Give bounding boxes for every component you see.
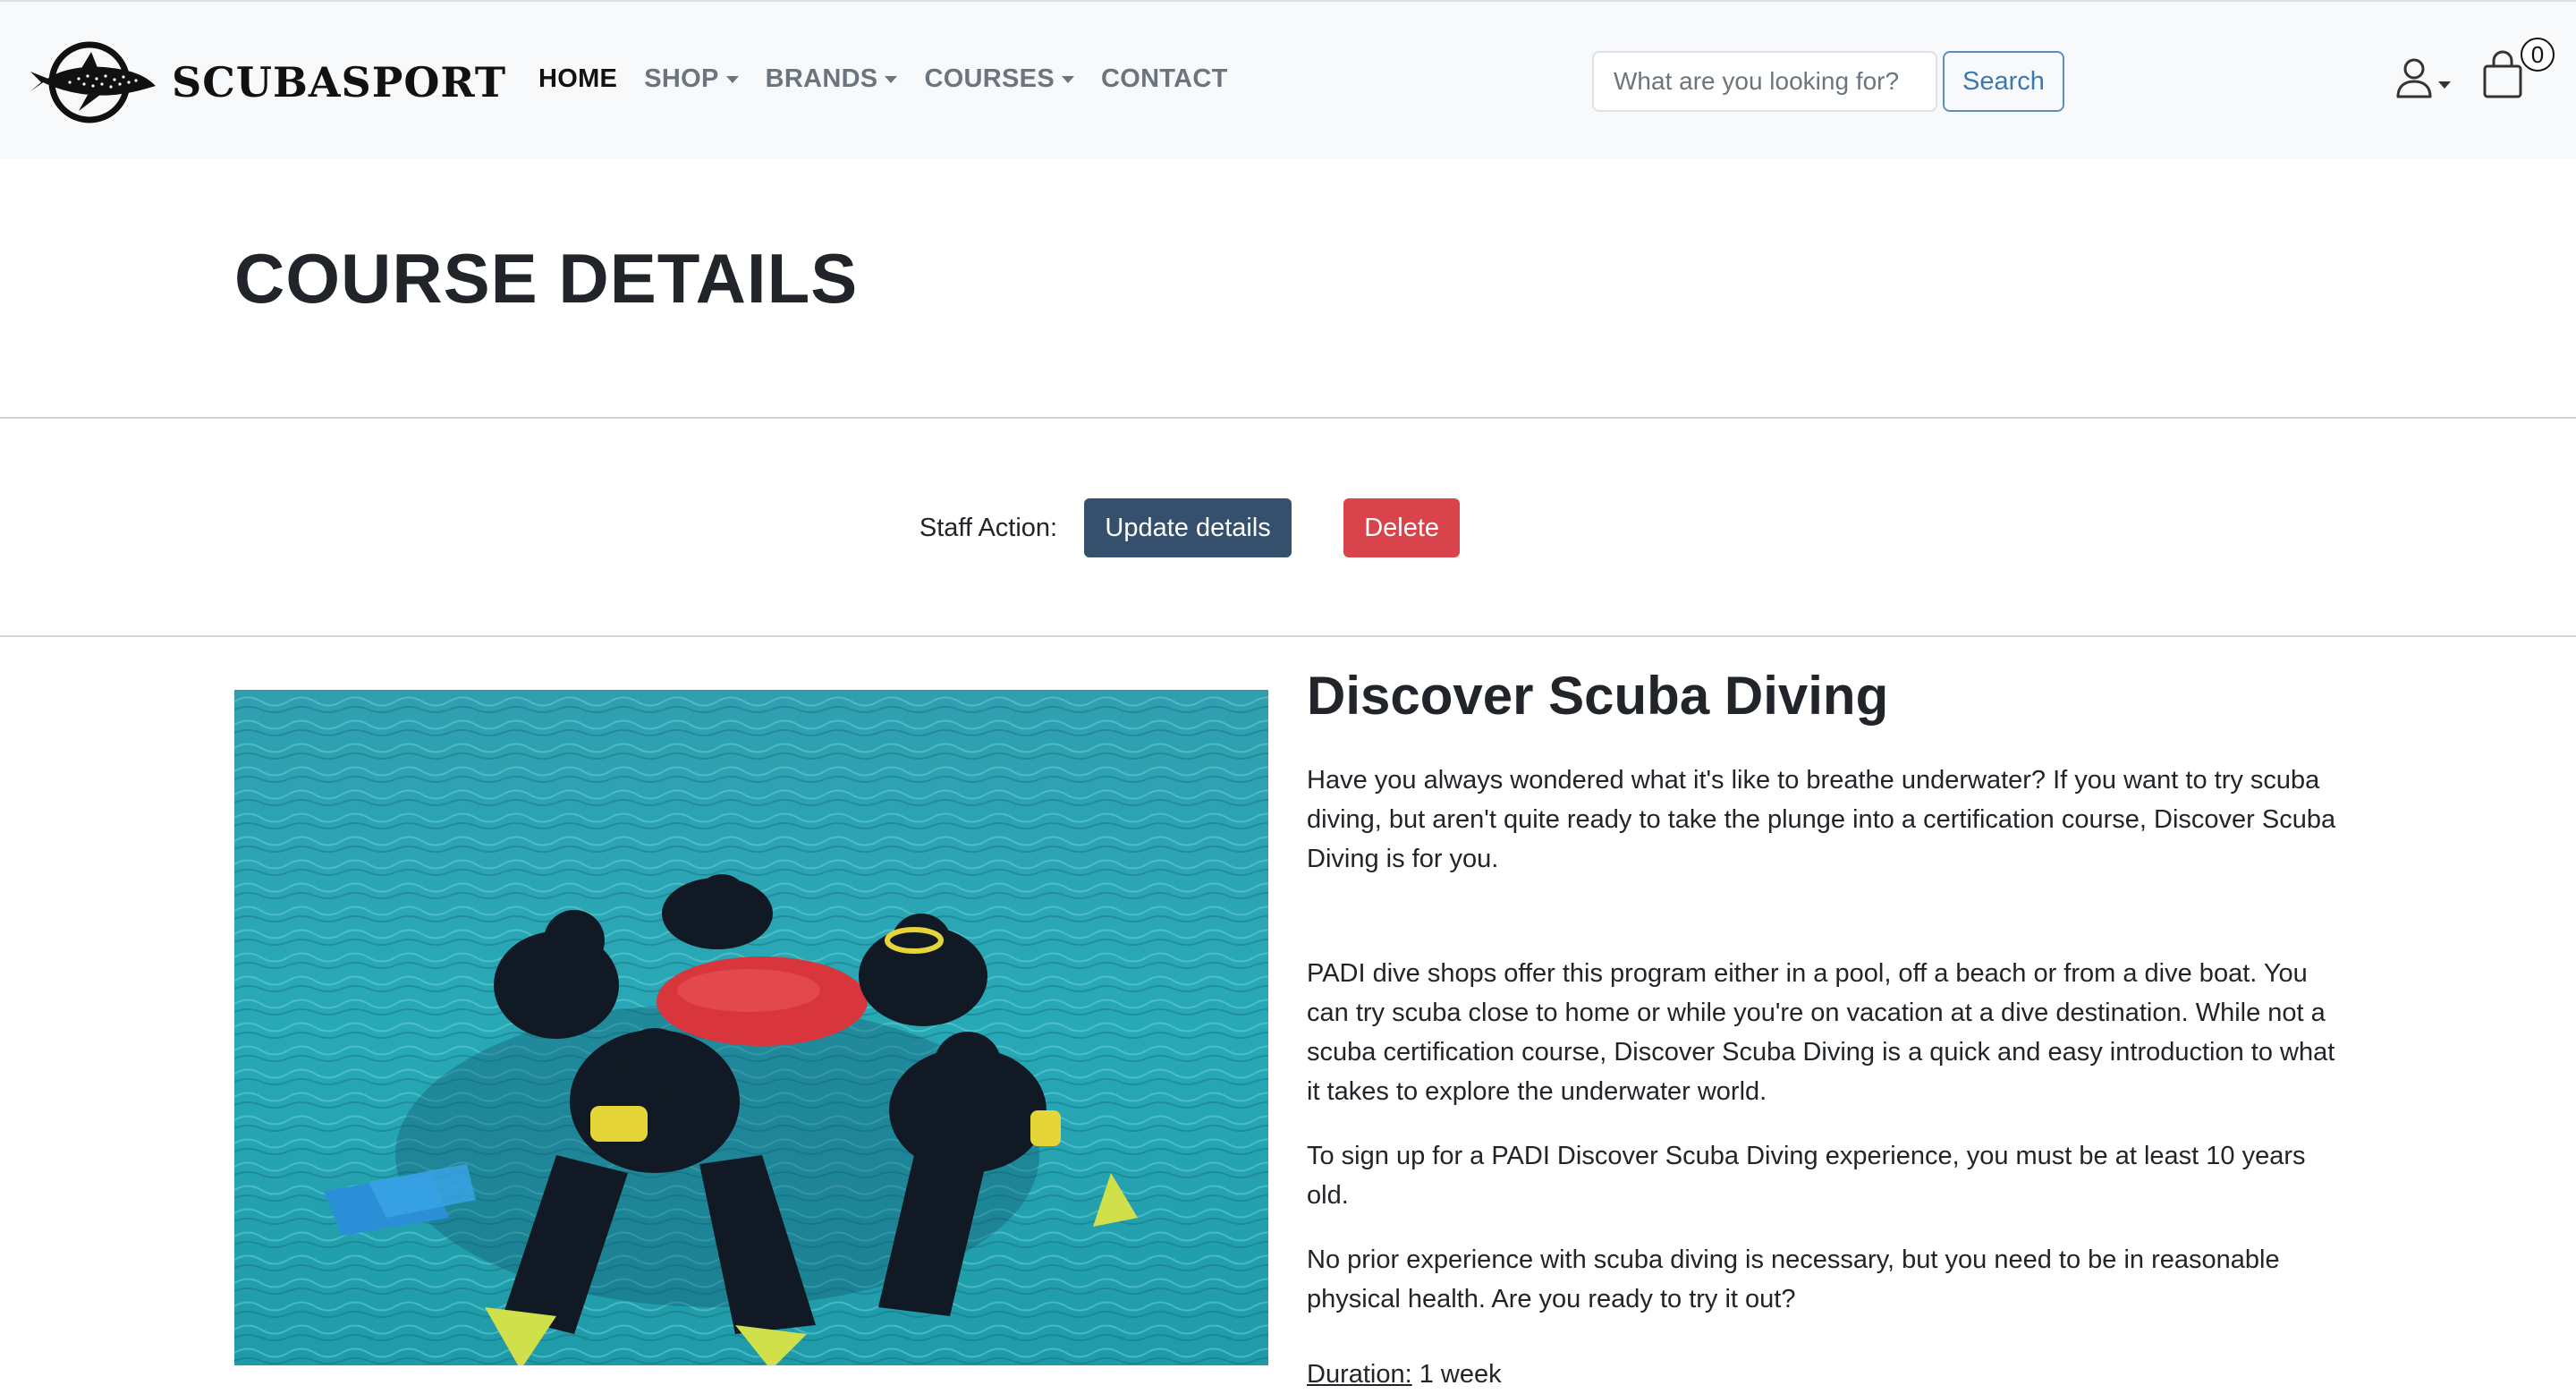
cart-button[interactable]: 0 [2481,38,2555,105]
caret-down-icon [725,75,739,83]
nav-item-brands[interactable]: BRANDS [766,64,898,94]
nav-item-label: CONTACT [1100,64,1228,93]
user-menu[interactable] [2395,57,2451,98]
page-title: COURSE DETAILS [234,239,859,318]
cart-count-badge: 0 [2521,38,2555,72]
nav-item-contact[interactable]: CONTACT [1101,64,1228,94]
course-description-paragraph: To sign up for a PADI Discover Scuba Div… [1307,1142,2306,1210]
search-input[interactable] [1592,51,1937,112]
nav-item-label: HOME [538,64,618,93]
whale-shark-logo-icon [30,41,156,123]
course-image [234,690,1268,1365]
staff-actions: Staff Action: Update details Delete [0,497,2576,558]
navbar: SCUBASPORT HOME SHOP BRANDS COURSES CONT… [0,0,2576,158]
divider [0,417,2576,419]
main-nav: HOME SHOP BRANDS COURSES CONTACT [538,64,1255,94]
course-description-paragraph: PADI dive shops offer this program eithe… [1307,959,2335,1106]
duration-label: Duration: [1307,1360,1412,1389]
brand-name: SCUBASPORT [172,58,507,106]
course-name: Discover Scuba Diving [1307,666,1889,726]
nav-item-label: SHOP [644,64,719,93]
course-duration: Duration: 1 week [1307,1355,2344,1394]
nav-item-shop[interactable]: SHOP [644,64,739,94]
update-details-button[interactable]: Update details [1084,498,1292,557]
course-description-paragraph: No prior experience with scuba diving is… [1307,1245,2280,1313]
nav-item-courses[interactable]: COURSES [924,64,1074,94]
duration-value: 1 week [1411,1360,1502,1389]
course-details: Discover Scuba Diving Have you always wo… [1307,664,2344,1394]
nav-item-home[interactable]: HOME [538,64,617,94]
caret-down-icon [885,75,898,83]
divers-photo [234,690,1268,1365]
search-form: Search [1592,51,2064,112]
divider [0,635,2576,637]
staff-action-label: Staff Action: [919,513,1058,542]
shopping-bag-icon [2483,50,2522,98]
search-button[interactable]: Search [1943,51,2064,112]
nav-item-label: BRANDS [765,64,878,93]
course-description-paragraph: Have you always wondered what it's like … [1307,766,2336,873]
brand-link[interactable]: SCUBASPORT [25,39,506,125]
caret-down-icon [1061,75,1074,83]
nav-item-label: COURSES [924,64,1055,93]
delete-button[interactable]: Delete [1343,498,1461,557]
caret-down-icon [2438,81,2451,89]
user-icon [2396,58,2432,98]
